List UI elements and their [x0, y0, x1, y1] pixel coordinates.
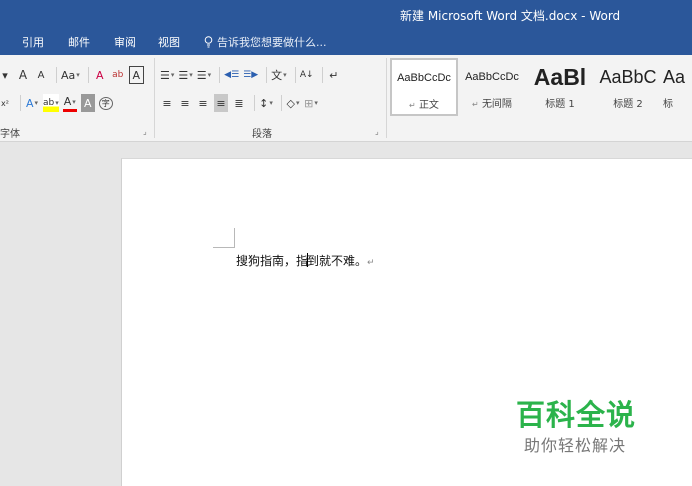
justify-icon[interactable]: ≡	[214, 94, 228, 112]
font-group-label: 字体	[0, 129, 20, 140]
style-normal[interactable]: AaBbCcDc ↵ 正文	[390, 58, 458, 116]
separator	[281, 95, 282, 111]
separator	[87, 67, 89, 83]
style-name: 标题 1	[545, 99, 575, 110]
multilevel-list-icon[interactable]: ☰ ▾	[197, 66, 211, 84]
change-case-button[interactable]: Aa ▾	[61, 66, 80, 84]
show-marks-icon[interactable]: ↵	[327, 66, 341, 84]
style-sample: Aa	[663, 66, 686, 87]
distributed-icon[interactable]: ≣	[232, 94, 246, 112]
separator	[254, 95, 255, 111]
grow-font-icon[interactable]: A	[16, 66, 30, 84]
style-sample: AaBl	[533, 63, 587, 90]
separator	[294, 67, 296, 83]
style-heading-1[interactable]: AaBl 标题 1	[526, 58, 594, 116]
style-sample: AaBbC	[599, 66, 657, 87]
line-spacing-icon[interactable]: ↕ ▾	[259, 94, 273, 112]
separator	[321, 67, 323, 83]
text-effects-icon[interactable]: A ▾	[25, 94, 39, 112]
align-right-icon[interactable]: ≡	[196, 94, 210, 112]
separator	[56, 67, 57, 83]
enclose-characters-icon[interactable]: 字	[98, 96, 113, 110]
style-sample: AaBbCcDc	[397, 72, 451, 84]
tell-me-search[interactable]: 告诉我您想要做什么...	[204, 34, 327, 50]
chinese-layout-icon[interactable]: 文 ▾	[271, 66, 287, 84]
shading-icon[interactable]: ◇ ▾	[286, 94, 300, 112]
superscript-icon[interactable]: x²	[0, 94, 12, 112]
font-row-2: x² A ▾ ab ▾ A ▾ A 字	[0, 93, 117, 113]
separator	[266, 67, 268, 83]
style-heading-2[interactable]: AaBbC 标题 2	[594, 58, 662, 116]
paragraph-group-label: 段落	[252, 129, 272, 140]
bullets-icon[interactable]: ☰ ▾	[160, 66, 174, 84]
align-center-icon[interactable]: ≡	[178, 94, 192, 112]
increase-indent-icon[interactable]: ☰▶	[243, 66, 258, 84]
style-name: ↵ 无间隔	[472, 99, 512, 110]
paragraph-row-1: ☰ ▾ ☰ ▾ ☰ ▾ ◀☰ ☰▶ 文 ▾ A↓ ↵	[160, 65, 345, 85]
clear-formatting-icon[interactable]: A	[93, 66, 107, 84]
numbering-icon[interactable]: ☰ ▾	[178, 66, 192, 84]
font-row-1: ▾ A A Aa ▾ A ab A	[0, 65, 148, 85]
window-title: 新建 Microsoft Word 文档.docx - Word	[400, 9, 621, 23]
character-shading-icon[interactable]: A	[80, 94, 95, 112]
watermark-subtitle: 助你轻松解决	[524, 436, 627, 455]
document-text[interactable]: 搜狗指南，指到就不难。↵	[236, 252, 375, 269]
text-before-caret: 搜狗指南，指	[236, 254, 309, 268]
tell-me-text: 告诉我您想要做什么...	[217, 36, 327, 49]
lightbulb-icon	[204, 36, 213, 48]
sort-icon[interactable]: A↓	[300, 66, 314, 84]
tab-references[interactable]: 引用	[22, 34, 44, 50]
align-left-icon[interactable]: ≡	[160, 94, 174, 112]
font-dialog-launcher-icon[interactable]: ⌟	[143, 127, 147, 136]
highlight-color-icon[interactable]: ab ▾	[43, 94, 59, 112]
style-sample: AaBbCcDc	[465, 71, 519, 83]
paragraph-mark-icon: ↵	[367, 258, 375, 268]
styles-gallery: AaBbCcDc ↵ 正文 AaBbCcDc ↵ 无间隔 AaBl 标题 1 A…	[390, 58, 692, 116]
text-after-caret: 到就不难。	[307, 254, 368, 268]
margin-corner-mark	[213, 228, 235, 248]
paragraph-dialog-launcher-icon[interactable]: ⌟	[375, 127, 379, 136]
style-title[interactable]: Aa 标	[662, 58, 692, 116]
tab-review[interactable]: 审阅	[114, 34, 136, 50]
phonetic-guide-icon[interactable]: ab	[111, 66, 125, 84]
style-no-spacing[interactable]: AaBbCcDc ↵ 无间隔	[458, 58, 526, 116]
decrease-indent-icon[interactable]: ◀☰	[224, 66, 239, 84]
separator	[20, 95, 21, 111]
font-color-icon[interactable]: A ▾	[62, 94, 77, 112]
style-name: 标	[663, 99, 673, 110]
borders-icon[interactable]: ⊞ ▾	[304, 94, 318, 112]
shrink-font-icon[interactable]: A	[34, 66, 48, 84]
font-size-dropdown[interactable]: ▾	[0, 66, 12, 84]
paragraph-row-2: ≡ ≡ ≡ ≡ ≣ ↕ ▾ ◇ ▾ ⊞ ▾	[160, 93, 322, 113]
style-name: 标题 2	[613, 99, 643, 110]
tab-mailings[interactable]: 邮件	[68, 34, 90, 50]
watermark-title: 百科全说	[516, 398, 637, 432]
tab-view[interactable]: 视图	[158, 34, 180, 50]
title-bar: 新建 Microsoft Word 文档.docx - Word 引用 邮件 审…	[0, 0, 692, 55]
group-divider	[386, 58, 387, 138]
group-divider	[154, 58, 155, 138]
style-name: ↵ 正文	[409, 100, 439, 111]
character-border-icon[interactable]: A	[128, 66, 144, 84]
separator	[219, 67, 221, 83]
